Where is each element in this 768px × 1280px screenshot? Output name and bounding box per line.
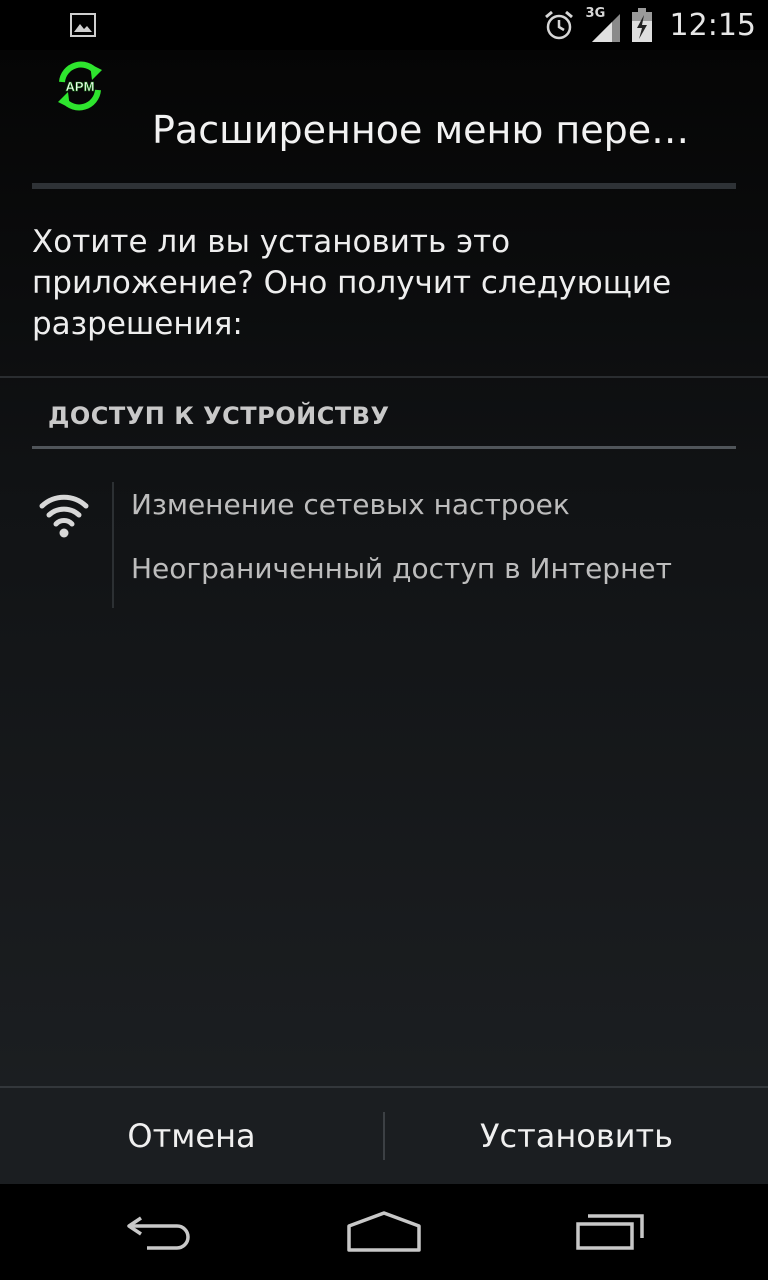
signal-3g-icon: 3G xyxy=(586,6,620,42)
status-time: 12:15 xyxy=(669,7,756,43)
section-header: ДОСТУП К УСТРОЙСТВУ xyxy=(48,402,390,430)
alarm-icon xyxy=(544,10,573,40)
recent-apps-button[interactable] xyxy=(560,1204,660,1260)
status-bar: 3G 12:15 xyxy=(0,0,768,50)
permission-item: Неограниченный доступ в Интернет xyxy=(131,552,672,585)
permission-group-divider xyxy=(112,482,114,608)
status-icons: 3G 12:15 xyxy=(542,0,756,50)
home-button[interactable] xyxy=(334,1204,434,1260)
dialog-button-bar: Отмена Установить xyxy=(0,1086,768,1184)
permission-item: Изменение сетевых настроек xyxy=(131,488,570,521)
app-icon-text: APM xyxy=(66,79,95,94)
back-button[interactable] xyxy=(110,1204,210,1260)
install-question: Хотите ли вы установить это приложение? … xyxy=(32,224,672,342)
install-dialog xyxy=(0,50,768,1184)
recent-apps-icon xyxy=(576,1214,644,1250)
battery-charging-icon xyxy=(631,8,652,42)
title-divider xyxy=(32,183,736,189)
dialog-title: Расширенное меню пере… xyxy=(152,108,690,152)
section-divider xyxy=(32,446,736,449)
install-button[interactable]: Установить xyxy=(385,1088,768,1184)
home-icon xyxy=(347,1211,421,1252)
section-separator xyxy=(0,376,768,378)
navigation-bar xyxy=(0,1184,768,1280)
gallery-notification-icon xyxy=(70,13,96,37)
wifi-icon xyxy=(39,494,89,538)
apm-sync-icon: APM xyxy=(58,61,102,111)
back-icon xyxy=(127,1216,190,1250)
cancel-button[interactable]: Отмена xyxy=(0,1088,383,1184)
